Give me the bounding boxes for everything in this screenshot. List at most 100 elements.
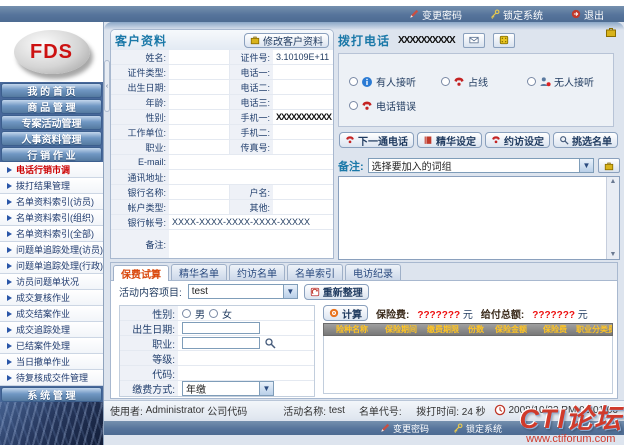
edit-customer-button[interactable]: 修改客户资料 [244, 33, 329, 48]
mail-button[interactable] [463, 33, 485, 48]
sidebar-item-deal-follow[interactable]: 成交追踪处理 [0, 322, 103, 338]
birth-date-input[interactable] [182, 322, 260, 334]
sidebar-item-list-index-agent[interactable]: 名单资料索引(访员) [0, 194, 103, 210]
form-row: 出生日期: [120, 321, 314, 336]
sidebar-item-same-day-cancel[interactable]: 当日撤单作业 [0, 354, 103, 370]
activity-name-value: test [329, 405, 345, 416]
sidebar-item-issue-track-agent[interactable]: 问题单追踪处理(访员) [0, 242, 103, 258]
radio-male[interactable] [182, 309, 191, 318]
essence-setting-button[interactable]: 精华设定 [417, 132, 482, 148]
form-row: 工作单位:手机二: [111, 125, 333, 140]
sidebar-item-dial-result-mgmt[interactable]: 拨打结果管理 [0, 178, 103, 194]
calc-result-area: 计算 保险费: ??????? 元 给付总额: ??????? 元 险种名称 保… [323, 305, 613, 397]
sidebar-item-list-index-org[interactable]: 名单资料索引(组织) [0, 210, 103, 226]
phrase-select[interactable]: 选择要加入的词组 ▼ [368, 158, 594, 173]
clipboard-icon [605, 26, 617, 38]
col-insured-amount: 保险金额 [488, 324, 534, 335]
pay-method-select[interactable]: 年缴 ▼ [182, 381, 274, 396]
field-label: 电话二: [229, 80, 273, 94]
change-password-link-bottom[interactable]: 变更密码 [380, 422, 429, 435]
unit-label: 元 [463, 310, 473, 321]
submenu-label: 名单资料索引(访员) [16, 195, 94, 208]
pick-list-button[interactable]: 挑选名单 [553, 132, 618, 148]
chevron-down-icon[interactable]: ▼ [283, 285, 297, 298]
pick-list-label: 挑选名单 [572, 133, 612, 148]
bullet-arrow-icon [7, 167, 12, 173]
radio-circle[interactable] [441, 77, 450, 86]
field-value: XXXX-XXXX-XXXX-XXXX-XXXXX [169, 215, 333, 229]
scroll-up-icon[interactable]: ▲ [610, 178, 617, 185]
tab-list-index[interactable]: 名单索引 [287, 264, 343, 280]
sidebar-item-product-mgmt[interactable]: 商 品 管 理 [1, 99, 102, 114]
field-label: 职业: [111, 140, 169, 154]
notes-textarea[interactable]: ▲▼ [338, 176, 620, 260]
sidebar-item-campaign-mgmt[interactable]: 专案活动管理 [1, 115, 102, 130]
change-password-link[interactable]: 变更密码 [409, 7, 462, 22]
sidebar-item-my-home[interactable]: 我 的 首 页 [1, 83, 102, 98]
dial-actions: 下一通电话 精华设定 约访设定 挑选名单 [339, 132, 618, 148]
lock-system-link[interactable]: 锁定系统 [490, 7, 543, 22]
sidebar-item-marketing-ops[interactable]: 行 销 作 业 [1, 147, 102, 162]
chevron-down-icon[interactable]: ▼ [259, 382, 273, 395]
field-value [273, 125, 333, 139]
form-row: 帐户类型:其他: [111, 200, 333, 215]
tab-premium-calc[interactable]: 保费试算 [113, 265, 169, 281]
submenu-label: 已结案件处理 [16, 339, 70, 352]
chevron-down-icon[interactable]: ▼ [579, 159, 593, 172]
sidebar-item-agent-issue-status[interactable]: 访员问题单状况 [0, 274, 103, 290]
bullet-arrow-icon [7, 311, 12, 317]
radio-circle[interactable] [527, 77, 536, 86]
tab-appointment-list[interactable]: 约访名单 [229, 264, 285, 280]
notes-label: 备注: [338, 158, 364, 174]
sidebar-item-tele-marketing-survey[interactable]: 电话行销市调 [0, 162, 103, 178]
radio-wrong-number[interactable]: 电话错误 [349, 98, 416, 113]
next-call-button[interactable]: 下一通电话 [339, 132, 414, 148]
field-value [273, 200, 333, 214]
dialpad-button[interactable] [493, 33, 515, 48]
radio-no-answer[interactable]: 无人接听 [527, 74, 594, 89]
sidebar-item-hr-mgmt[interactable]: 人事资料管理 [1, 131, 102, 146]
sidebar-item-closed-case[interactable]: 已结案件处理 [0, 338, 103, 354]
sidebar-item-deal-review[interactable]: 成交复核作业 [0, 290, 103, 306]
appointment-setting-button[interactable]: 约访设定 [485, 132, 550, 148]
sidebar-item-pending-review-deals[interactable]: 待复核成交件管理 [0, 370, 103, 386]
field-label: 传真号: [229, 140, 273, 154]
scroll-down-icon[interactable]: ▼ [610, 251, 617, 258]
radio-busy[interactable]: 占线 [441, 74, 488, 89]
notes-scrollbar[interactable]: ▲▼ [606, 177, 619, 259]
radio-label: 电话错误 [376, 98, 416, 113]
lock-system-link-bottom[interactable]: 锁定系统 [453, 422, 502, 435]
lock-system-label: 锁定系统 [503, 7, 543, 22]
field-label: 缴费方式: [120, 381, 178, 396]
radio-female[interactable] [209, 309, 218, 318]
radio-answered[interactable]: 有人接听 [349, 74, 416, 89]
activity-select[interactable]: test ▼ [188, 284, 298, 299]
key-icon [453, 423, 463, 433]
refresh-button[interactable]: 重新整理 [304, 284, 369, 300]
insert-phrase-button[interactable] [598, 158, 620, 173]
list-code-label: 名单代号: [359, 403, 402, 418]
total-payout-label: 给付总额: [481, 306, 524, 321]
watermark-url: www.ctiforum.com [520, 434, 623, 445]
tab-essence-list[interactable]: 精华名单 [171, 264, 227, 280]
calculate-button[interactable]: 计算 [323, 305, 368, 321]
sidebar-item-deal-close[interactable]: 成交结案作业 [0, 306, 103, 322]
phone-icon [491, 135, 501, 145]
sidebar-item-list-index-all[interactable]: 名单资料索引(全部) [0, 226, 103, 242]
dial-phone-panel: 拨打电话 XXXXXXXXXX 有人接听 占线 [338, 29, 620, 154]
submenu-label: 名单资料索引(全部) [16, 227, 94, 240]
book-icon [423, 135, 433, 145]
field-label: 工作单位: [111, 125, 169, 139]
tab-call-records[interactable]: 电访纪录 [345, 264, 401, 280]
logout-link[interactable]: 退出 [571, 7, 604, 22]
corner-clipboard-button[interactable] [602, 25, 620, 39]
sidebar-item-system-mgmt[interactable]: 系 统 管 理 [1, 387, 102, 402]
field-value [273, 65, 333, 79]
sidebar-item-issue-track-admin[interactable]: 问题单追踪处理(行政) [0, 258, 103, 274]
radio-circle[interactable] [349, 77, 358, 86]
field-value [169, 125, 229, 139]
search-icon[interactable] [264, 337, 276, 349]
job-input[interactable] [182, 337, 260, 349]
unit-label: 元 [578, 310, 588, 321]
radio-circle[interactable] [349, 101, 358, 110]
